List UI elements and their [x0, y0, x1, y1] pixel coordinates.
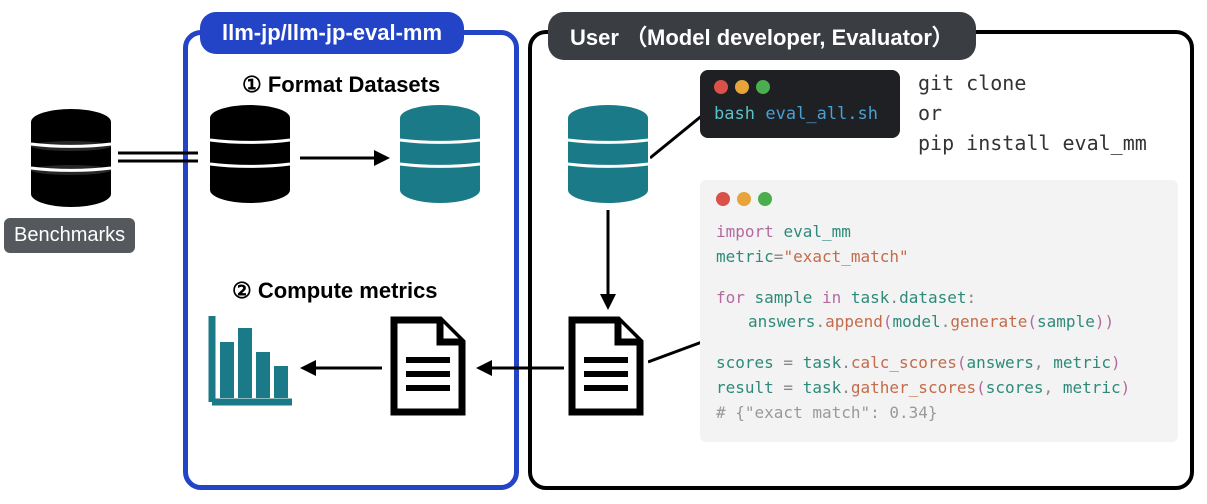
code-line: metric="exact_match" — [716, 245, 1162, 270]
terminal-command: bash eval_all.sh — [714, 104, 886, 124]
arrow-right-icon — [300, 146, 390, 170]
code-line: result = task.gather_scores(scores, metr… — [716, 376, 1162, 401]
database-icon — [397, 104, 483, 204]
database-icon — [207, 104, 293, 204]
code-line: scores = task.calc_scores(answers, metri… — [716, 351, 1162, 376]
install-instructions: git clone or pip install eval_mm — [918, 68, 1147, 158]
maximize-dot-icon — [756, 80, 770, 94]
maximize-dot-icon — [758, 192, 772, 206]
window-dots — [714, 80, 886, 94]
file-icon — [566, 316, 646, 416]
install-line3: pip install eval_mm — [918, 128, 1147, 158]
database-icon — [28, 108, 114, 208]
minimize-dot-icon — [735, 80, 749, 94]
install-line2: or — [918, 98, 1147, 128]
library-container — [183, 30, 519, 490]
code-line: # {"exact match": 0.34} — [716, 401, 1162, 426]
code-line: for sample in task.dataset: — [716, 286, 1162, 311]
connector-benchmarks — [118, 148, 198, 168]
code-line: import eval_mm — [716, 220, 1162, 245]
arrow-left-icon — [300, 356, 382, 380]
minimize-dot-icon — [737, 192, 751, 206]
close-dot-icon — [716, 192, 730, 206]
arrow-down-icon — [596, 210, 620, 310]
arrow-left-icon — [476, 356, 564, 380]
step-format-title: ① Format Datasets — [242, 72, 440, 98]
user-pill: User （Model developer, Evaluator） — [548, 12, 976, 60]
library-pill: llm-jp/llm-jp-eval-mm — [200, 12, 464, 54]
code-line: answers.append(model.generate(sample)) — [716, 310, 1162, 335]
window-dots — [716, 192, 1162, 206]
connector-line — [648, 338, 708, 388]
benchmarks-label: Benchmarks — [4, 218, 135, 253]
step-compute-title: ② Compute metrics — [232, 278, 438, 304]
code-editor: import eval_mm metric="exact_match" for … — [700, 180, 1178, 442]
close-dot-icon — [714, 80, 728, 94]
terminal-cmd-script: eval_all.sh — [765, 104, 878, 124]
database-icon — [565, 104, 651, 204]
file-icon — [388, 316, 468, 416]
install-line1: git clone — [918, 68, 1147, 98]
terminal-cmd-bash: bash — [714, 104, 755, 124]
bar-chart-icon — [206, 312, 296, 408]
terminal-window: bash eval_all.sh — [700, 70, 900, 138]
